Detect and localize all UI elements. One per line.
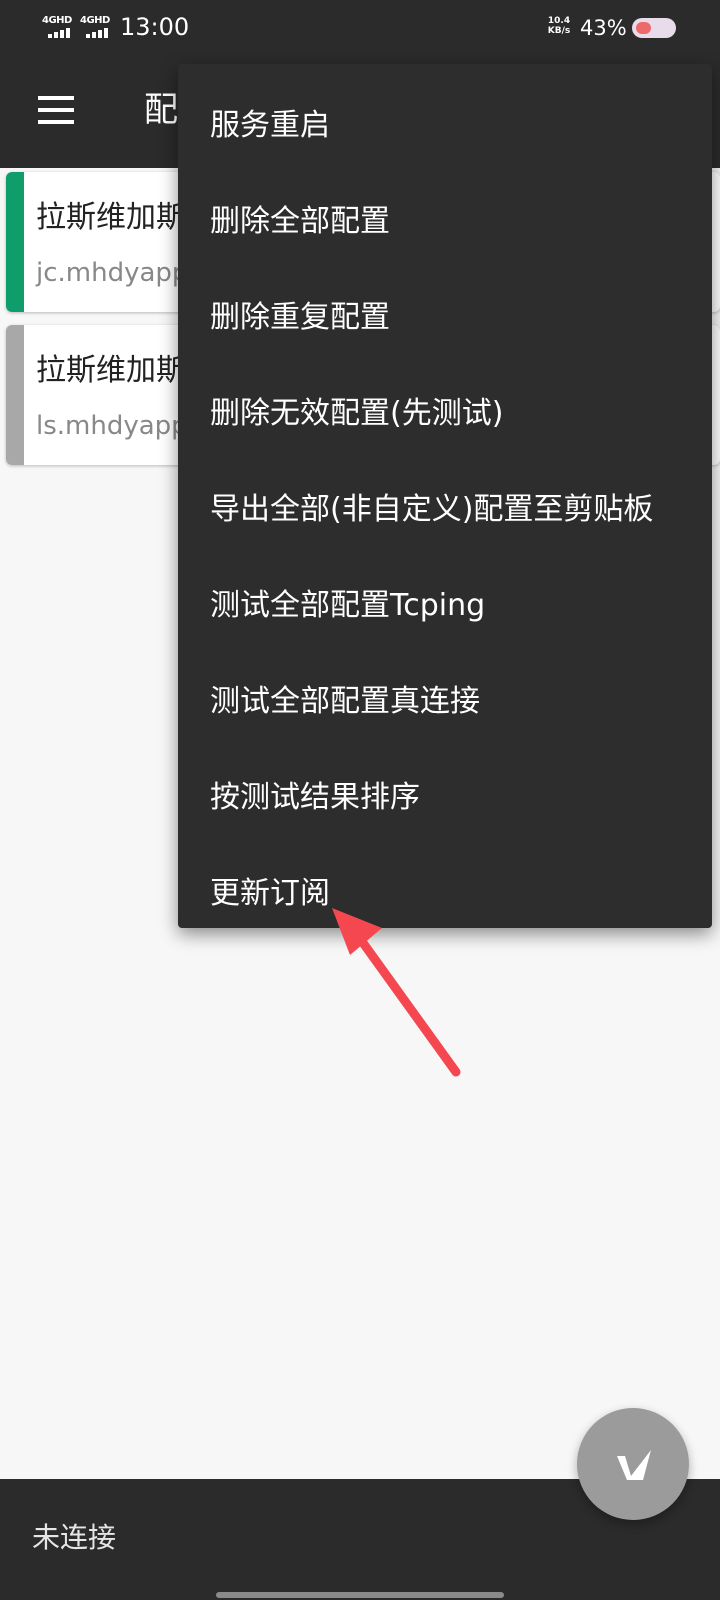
sim1-network-label: 4GHD: [42, 15, 72, 26]
hamburger-menu-button[interactable]: [32, 90, 80, 130]
menu-item-label: 删除无效配置(先测试): [210, 396, 504, 431]
network-speed-value: 10.4: [547, 16, 571, 26]
server-address: ls.mhdyapp: [36, 411, 188, 441]
battery-percent: 43%: [580, 16, 627, 40]
home-indicator[interactable]: [216, 1592, 504, 1598]
menu-item-delete-duplicate-configs[interactable]: 删除重复配置: [178, 272, 712, 368]
menu-item-label: 导出全部(非自定义)配置至剪贴板: [210, 492, 654, 527]
menu-item-label: 测试全部配置Tcping: [210, 588, 486, 623]
menu-item-label: 更新订阅: [210, 876, 330, 911]
v-logo-icon: [617, 1450, 651, 1480]
menu-item-export-to-clipboard[interactable]: 导出全部(非自定义)配置至剪贴板: [178, 464, 712, 560]
server-status-indicator: [6, 325, 24, 465]
menu-item-label: 按测试结果排序: [210, 780, 420, 815]
battery-icon: [632, 18, 676, 38]
menu-item-delete-invalid-configs[interactable]: 删除无效配置(先测试): [178, 368, 712, 464]
connect-fab-button[interactable]: [577, 1408, 689, 1520]
menu-item-sort-by-result[interactable]: 按测试结果排序: [178, 752, 712, 848]
page-title: 配: [144, 90, 178, 130]
server-name: 拉斯维加斯: [36, 200, 186, 235]
menu-item-restart-service[interactable]: 服务重启: [178, 80, 712, 176]
sim1-signal-icon: 4GHD: [42, 16, 76, 40]
network-speed-unit: KB/s: [547, 26, 571, 36]
connection-status-text: 未连接: [32, 1521, 117, 1554]
menu-item-delete-all-configs[interactable]: 删除全部配置: [178, 176, 712, 272]
server-name: 拉斯维加斯: [36, 353, 186, 388]
menu-item-label: 删除重复配置: [210, 300, 390, 335]
battery-level: [636, 22, 651, 34]
menu-item-label: 服务重启: [210, 108, 330, 143]
network-speed: 10.4 KB/s: [546, 16, 572, 36]
clock: 13:00: [120, 13, 190, 41]
menu-item-test-real-connection[interactable]: 测试全部配置真连接: [178, 656, 712, 752]
menu-item-label: 测试全部配置真连接: [210, 684, 480, 719]
sim2-signal-icon: 4GHD: [80, 16, 114, 40]
menu-item-label: 删除全部配置: [210, 204, 390, 239]
server-address: jc.mhdyapp: [36, 258, 189, 288]
server-status-indicator: [6, 172, 24, 312]
status-bar: 4GHD 4GHD 13:00 10.4 KB/s 43%: [0, 0, 720, 56]
menu-item-test-tcping[interactable]: 测试全部配置Tcping: [178, 560, 712, 656]
menu-item-update-subscription[interactable]: 更新订阅: [178, 848, 712, 944]
sim2-network-label: 4GHD: [80, 15, 110, 26]
overflow-menu: 服务重启 删除全部配置 删除重复配置 删除无效配置(先测试) 导出全部(非自定义…: [178, 64, 712, 928]
